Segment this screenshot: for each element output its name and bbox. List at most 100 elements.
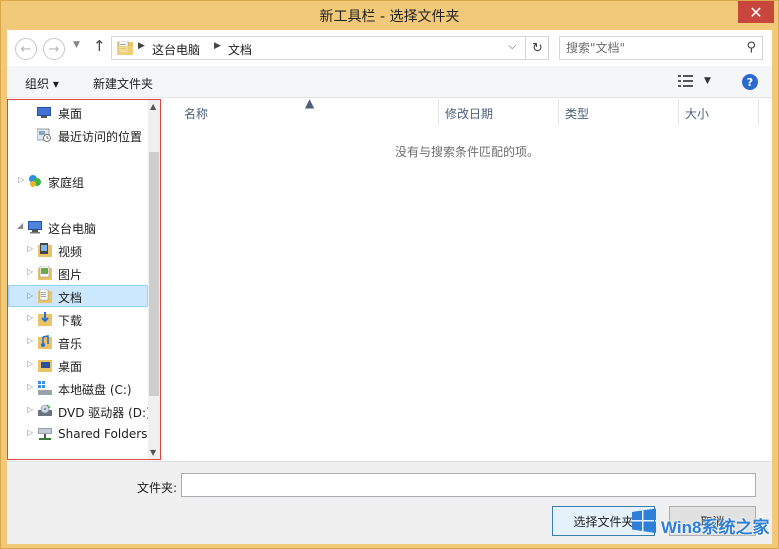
expand-arrow-icon[interactable]: ▷ bbox=[27, 313, 33, 322]
collapse-arrow-icon[interactable]: ◢ bbox=[17, 221, 23, 230]
scroll-down-icon[interactable]: ▼ bbox=[150, 448, 156, 457]
help-button[interactable]: ? bbox=[742, 74, 758, 90]
expand-arrow-icon[interactable]: ▷ bbox=[27, 428, 33, 437]
column-header-date[interactable]: 修改日期 bbox=[439, 99, 559, 125]
expand-arrow-icon[interactable]: ▷ bbox=[27, 336, 33, 345]
column-headers: 名称 ▲ 修改日期 类型 大小 bbox=[164, 96, 770, 125]
nav-item-label: 下载 bbox=[58, 314, 83, 328]
nav-item-homegroup[interactable]: ▷ 家庭组 bbox=[8, 170, 148, 192]
expand-arrow-icon[interactable]: ▷ bbox=[27, 382, 33, 391]
nav-item-music[interactable]: ▷ 音乐 bbox=[8, 331, 148, 353]
watermark-text: Win8系统之家 bbox=[661, 518, 770, 537]
nav-item-recent-places[interactable]: 最近访问的位置 bbox=[8, 124, 148, 146]
nav-item-desktop[interactable]: 桌面 bbox=[8, 101, 148, 123]
column-label: 名称 bbox=[184, 107, 209, 121]
scroll-thumb[interactable] bbox=[149, 152, 159, 396]
title-bar[interactable]: 新工具栏 - 选择文件夹 ✕ bbox=[1, 1, 778, 29]
nav-item-local-disk[interactable]: ▷ 本地磁盘 (C:) bbox=[8, 377, 148, 399]
view-options-dropdown-icon[interactable]: ▼ bbox=[704, 76, 711, 86]
nav-item-label: 这台电脑 bbox=[48, 222, 97, 236]
expand-arrow-icon[interactable]: ▷ bbox=[18, 175, 24, 184]
nav-item-desktop-folder[interactable]: ▷ 桌面 bbox=[8, 354, 148, 376]
nav-item-label: 视频 bbox=[58, 245, 83, 259]
address-dropdown-icon[interactable]: ⌵ bbox=[508, 41, 516, 52]
nav-item-downloads[interactable]: ▷ 下载 bbox=[8, 308, 148, 330]
computer-icon bbox=[28, 221, 42, 234]
window-title: 新工具栏 - 选择文件夹 bbox=[319, 9, 460, 25]
nav-item-label: 本地磁盘 (C:) bbox=[58, 383, 132, 397]
nav-item-label: DVD 驱动器 (D:) bbox=[58, 406, 151, 420]
nav-item-shared-folders[interactable]: ▷ Shared Folders bbox=[8, 423, 148, 445]
breadcrumb-separator-icon[interactable]: ▶ bbox=[214, 41, 221, 51]
nav-item-label: 图片 bbox=[58, 268, 83, 282]
dialog-client: ← → ▼ ↑ ▶ 这台电脑 ▶ 文档 ⌵ ↻ 搜索"文档" ⚲ 组织 ▾ 新建… bbox=[7, 30, 772, 544]
scroll-up-icon[interactable]: ▲ bbox=[150, 102, 156, 111]
close-button[interactable]: ✕ bbox=[738, 1, 774, 23]
forward-button[interactable]: → bbox=[43, 38, 65, 60]
downloads-folder-icon bbox=[38, 312, 52, 326]
refresh-button[interactable]: ↻ bbox=[525, 36, 549, 60]
nav-item-label: 音乐 bbox=[58, 337, 83, 351]
local-disk-icon bbox=[38, 381, 52, 395]
nav-item-label: 家庭组 bbox=[48, 176, 85, 190]
organize-menu[interactable]: 组织 ▾ bbox=[25, 75, 59, 92]
recent-places-icon bbox=[37, 128, 51, 142]
nav-item-videos[interactable]: ▷ 视频 bbox=[8, 239, 148, 261]
nav-item-this-pc[interactable]: ◢ 这台电脑 bbox=[8, 216, 148, 238]
address-bar[interactable]: ▶ 这台电脑 ▶ 文档 ⌵ bbox=[111, 36, 549, 60]
sort-ascending-icon: ▲ bbox=[305, 96, 315, 110]
navigation-scrollbar[interactable]: ▲ ▼ bbox=[148, 100, 160, 459]
nav-item-documents[interactable]: ▷ 文档 bbox=[8, 285, 148, 307]
column-label: 大小 bbox=[685, 107, 710, 121]
navigation-pane: 桌面 最近访问的位置 ▷ 家庭组 ◢ 这台电脑 ▷ 视频 ▷ 图片 ▷ 文档 ▷… bbox=[7, 99, 161, 460]
up-button[interactable]: ↑ bbox=[93, 37, 106, 55]
search-box[interactable]: ⚲ bbox=[559, 36, 763, 60]
back-button[interactable]: ← bbox=[15, 38, 37, 60]
refresh-icon: ↻ bbox=[532, 40, 543, 56]
nav-item-label: Shared Folders bbox=[58, 427, 148, 441]
close-icon: ✕ bbox=[749, 2, 763, 22]
empty-results-message: 没有与搜索条件匹配的项。 bbox=[394, 145, 539, 159]
homegroup-icon bbox=[29, 175, 41, 187]
back-arrow-icon: ← bbox=[20, 41, 32, 57]
column-label: 修改日期 bbox=[445, 107, 494, 121]
desktop-icon bbox=[37, 107, 51, 118]
expand-arrow-icon[interactable]: ▷ bbox=[27, 244, 33, 253]
dialog-window: 新工具栏 - 选择文件夹 ✕ ← → ▼ ↑ ▶ 这台电脑 ▶ 文档 ⌵ ↻ 搜… bbox=[0, 0, 779, 549]
column-header-name[interactable]: 名称 ▲ bbox=[178, 96, 439, 125]
forward-arrow-icon: → bbox=[48, 41, 60, 57]
nav-item-label: 文档 bbox=[58, 291, 83, 305]
recent-locations-dropdown[interactable]: ▼ bbox=[73, 40, 80, 50]
column-header-size[interactable]: 大小 bbox=[679, 99, 759, 125]
expand-arrow-icon[interactable]: ▷ bbox=[27, 359, 33, 368]
breadcrumb-this-pc[interactable]: 这台电脑 bbox=[152, 41, 200, 58]
dvd-drive-icon bbox=[38, 404, 52, 416]
videos-folder-icon bbox=[38, 243, 52, 257]
pictures-folder-icon bbox=[38, 266, 52, 280]
expand-arrow-icon[interactable]: ▷ bbox=[27, 267, 33, 276]
file-list: 名称 ▲ 修改日期 类型 大小 没有与搜索条件匹配的项。 bbox=[164, 96, 770, 460]
documents-folder-icon bbox=[117, 41, 133, 55]
expand-arrow-icon[interactable]: ▷ bbox=[27, 405, 33, 414]
breadcrumb-documents[interactable]: 文档 bbox=[228, 41, 252, 58]
folder-tree: 桌面 最近访问的位置 ▷ 家庭组 ◢ 这台电脑 ▷ 视频 ▷ 图片 ▷ 文档 ▷… bbox=[8, 100, 151, 459]
column-header-type[interactable]: 类型 bbox=[559, 99, 679, 125]
breadcrumb-separator-icon[interactable]: ▶ bbox=[138, 41, 145, 51]
nav-item-pictures[interactable]: ▷ 图片 bbox=[8, 262, 148, 284]
up-arrow-icon: ↑ bbox=[93, 37, 106, 55]
nav-item-dvd-drive[interactable]: ▷ DVD 驱动器 (D:) bbox=[8, 400, 151, 422]
folder-field-label: 文件夹: bbox=[137, 481, 178, 495]
search-input[interactable] bbox=[566, 39, 736, 57]
desktop-folder-icon bbox=[38, 360, 52, 372]
column-label: 类型 bbox=[565, 107, 590, 121]
new-folder-button[interactable]: 新建文件夹 bbox=[93, 75, 153, 92]
view-details-icon[interactable] bbox=[678, 74, 694, 88]
nav-item-label: 桌面 bbox=[58, 360, 83, 374]
shared-folders-icon bbox=[38, 428, 52, 440]
windows-logo-icon bbox=[632, 508, 656, 533]
expand-arrow-icon[interactable]: ▷ bbox=[27, 291, 33, 300]
address-row: ← → ▼ ↑ ▶ 这台电脑 ▶ 文档 ⌵ ↻ 搜索"文档" ⚲ bbox=[7, 30, 772, 66]
search-icon[interactable]: ⚲ bbox=[746, 40, 756, 55]
nav-item-label: 最近访问的位置 bbox=[58, 130, 143, 144]
folder-name-input[interactable] bbox=[181, 473, 756, 497]
